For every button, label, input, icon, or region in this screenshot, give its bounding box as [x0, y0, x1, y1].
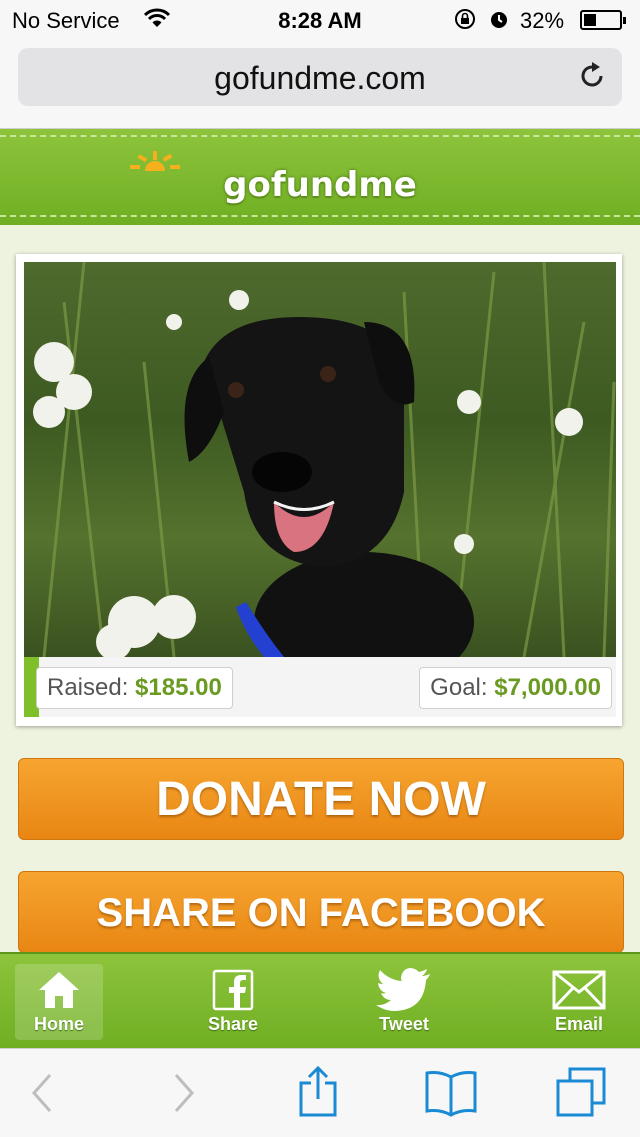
bottom-nav: Home Share Tweet Email: [0, 952, 640, 1050]
campaign-photo[interactable]: [24, 262, 616, 657]
home-icon: [39, 972, 79, 1008]
dog-photo-illustration: [33, 262, 616, 657]
url-text: gofundme.com: [214, 60, 426, 96]
share-on-facebook-button[interactable]: SHARE ON FACEBOOK: [18, 871, 624, 953]
reload-icon[interactable]: [576, 60, 608, 92]
battery-icon: [580, 10, 626, 30]
site-header: gofundme: [0, 129, 640, 225]
nav-item-share[interactable]: Share: [189, 964, 277, 1040]
raised-label: Raised:: [47, 674, 129, 701]
nav-label-email: Email: [554, 1014, 604, 1034]
header-stitch-top: [0, 135, 640, 137]
goal-label: Goal:: [430, 674, 488, 701]
rotation-lock-icon: [455, 9, 475, 29]
funding-progress-strip: Raised: $185.00 Goal: $7,000.00: [24, 657, 616, 717]
address-bar-area: gofundme.com: [0, 40, 640, 129]
raised-value: $185.00: [135, 674, 222, 701]
nav-label-share: Share: [207, 1014, 259, 1034]
nav-item-home[interactable]: Home: [15, 964, 103, 1040]
browser-toolbar: [0, 1048, 640, 1137]
raised-amount-pill: Raised: $185.00: [36, 667, 233, 709]
bookmarks-icon[interactable]: [424, 1069, 478, 1117]
back-arrow-icon[interactable]: [28, 1071, 56, 1115]
header-stitch-bottom: [0, 215, 640, 217]
campaign-card: Raised: $185.00 Goal: $7,000.00: [16, 254, 622, 726]
nav-label-home: Home: [33, 1014, 84, 1034]
gofundme-logo[interactable]: gofundme: [0, 151, 640, 205]
sun-logo-icon: [130, 151, 180, 171]
nav-label-tweet: Tweet: [379, 1014, 429, 1034]
address-bar[interactable]: gofundme.com: [18, 48, 622, 106]
tabs-icon[interactable]: [556, 1067, 608, 1117]
forward-arrow-icon[interactable]: [170, 1071, 198, 1115]
nav-item-email[interactable]: Email: [535, 964, 623, 1040]
goal-amount-pill: Goal: $7,000.00: [419, 667, 612, 709]
goal-value: $7,000.00: [494, 674, 601, 701]
nav-item-tweet[interactable]: Tweet: [360, 964, 448, 1040]
battery-percent: 32%: [520, 8, 565, 33]
facebook-icon: [212, 969, 254, 1011]
alarm-icon: [491, 12, 507, 28]
status-bar: No Service 8:28 AM 32%: [0, 0, 640, 40]
envelope-icon: [552, 970, 606, 1010]
share-icon[interactable]: [298, 1065, 338, 1117]
donate-now-button[interactable]: DONATE NOW: [18, 758, 624, 840]
twitter-bird-icon: [376, 968, 430, 1011]
logo-text: gofundme: [223, 165, 417, 205]
